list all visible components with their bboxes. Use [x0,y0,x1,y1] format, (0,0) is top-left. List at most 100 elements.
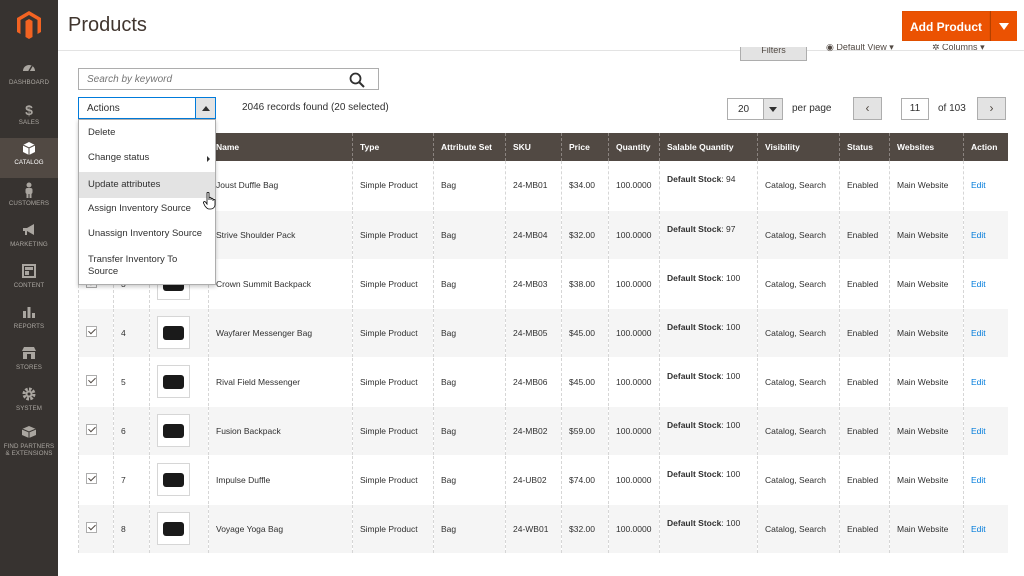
name-cell: Crown Summit Backpack [208,259,353,309]
stock-label: Default Stock [667,272,722,283]
search-icon[interactable] [349,72,365,88]
column-header-sku[interactable]: SKU [505,133,562,161]
previous-page-button[interactable]: ‹ [853,97,882,120]
edit-link[interactable]: Edit [971,328,986,338]
column-header-name[interactable]: Name [208,133,353,161]
default-view-selector[interactable]: ◉ Default View ▾ [826,44,894,54]
edit-link[interactable]: Edit [971,180,986,190]
sidebar-item-marketing[interactable]: MARKETING [0,220,58,260]
select-checkbox-cell[interactable] [78,406,114,456]
table-row[interactable]: 2Strive Shoulder PackSimple ProductBag24… [78,210,1008,260]
edit-link[interactable]: Edit [971,524,986,534]
name-cell: Fusion Backpack [208,406,353,456]
sidebar-item-find-partners[interactable]: FIND PARTNERS & EXTENSIONS [0,422,58,466]
row-checkbox[interactable] [86,375,97,386]
search-input[interactable] [78,68,379,90]
sidebar-item-content[interactable]: CONTENT [0,261,58,301]
quantity-cell: 100.0000 [608,357,660,407]
sidebar-label: MARKETING [10,241,48,248]
edit-link[interactable]: Edit [971,426,986,436]
stock-label: Default Stock [667,419,722,430]
column-header-price[interactable]: Price [561,133,609,161]
sidebar-item-system[interactable]: SYSTEM [0,384,58,424]
sku-cell: 24-MB05 [505,308,562,358]
sidebar-label: & EXTENSIONS [5,450,53,457]
bag-image-icon [163,326,184,340]
table-row[interactable]: 6 Fusion Backpack Simple Product Bag 24-MB02… [78,406,1008,456]
product-thumbnail[interactable] [157,463,190,496]
action-cell: Edit [963,308,1008,358]
column-header-type[interactable]: Type [352,133,434,161]
id-cell: 8 [113,504,150,554]
page-number-input[interactable]: 11 [901,98,929,120]
table-row[interactable]: 4 Wayfarer Messenger Bag Simple Product Bag… [78,308,1008,358]
table-row[interactable]: 1Joust Duffle BagSimple ProductBag24-MB0… [78,161,1008,211]
sidebar-item-customers[interactable]: CUSTOMERS [0,179,58,219]
add-product-button[interactable]: Add Product [902,11,990,41]
product-thumbnail[interactable] [157,414,190,447]
magento-logo-icon[interactable] [0,0,58,50]
hand-cursor-icon [203,192,216,210]
sidebar-label: SALES [18,119,40,126]
menu-item-assign-inventory-source[interactable]: Assign Inventory Source [79,203,215,215]
websites-cell: Main Website [889,406,964,456]
column-header-visibility[interactable]: Visibility [757,133,840,161]
sidebar-item-reports[interactable]: REPORTS [0,302,58,342]
columns-selector[interactable]: ✲ Columns ▾ [932,44,985,54]
thumbnail-cell [149,406,209,456]
product-thumbnail[interactable] [157,316,190,349]
column-header-websites[interactable]: Websites [889,133,964,161]
menu-item-update-attributes[interactable]: Update attributes [79,172,215,198]
add-product-dropdown-toggle[interactable] [990,11,1017,41]
edit-link[interactable]: Edit [971,279,986,289]
sidebar-item-catalog[interactable]: CATALOG [0,138,58,178]
table-row[interactable]: 7 Impulse Duffle Simple Product Bag 24-UB02 $… [78,455,1008,505]
row-checkbox[interactable] [86,522,97,533]
column-header-action: Action [963,133,1008,161]
row-checkbox[interactable] [86,473,97,484]
row-checkbox[interactable] [86,326,97,337]
select-checkbox-cell[interactable] [78,455,114,505]
next-page-button[interactable]: › [977,97,1006,120]
records-found: 2046 records found (20 selected) [242,102,389,113]
select-checkbox-cell[interactable] [78,308,114,358]
table-row[interactable]: 5 Rival Field Messenger Simple Product Bag 2… [78,357,1008,407]
edit-link[interactable]: Edit [971,230,986,240]
row-checkbox[interactable] [86,424,97,435]
per-page-select[interactable]: 20 [727,98,764,120]
table-row[interactable]: 3Crown Summit BackpackSimple ProductBag2… [78,259,1008,309]
product-thumbnail[interactable] [157,365,190,398]
menu-item-transfer-inventory[interactable]: Transfer Inventory To Source [79,254,215,278]
visibility-cell: Catalog, Search [757,161,840,211]
attribute-set-cell: Bag [433,161,506,211]
column-header-quantity[interactable]: Quantity [608,133,660,161]
menu-item-unassign-inventory-source[interactable]: Unassign Inventory Source [79,228,215,240]
visibility-cell: Catalog, Search [757,259,840,309]
sidebar-item-dashboard[interactable]: DASHBOARD [0,58,58,98]
quantity-cell: 100.0000 [608,504,660,554]
layout-icon [0,264,58,282]
column-header-attribute-set[interactable]: Attribute Set [433,133,506,161]
menu-item-delete[interactable]: Delete [79,127,215,139]
action-cell: Edit [963,161,1008,211]
price-cell: $59.00 [561,406,609,456]
product-thumbnail[interactable] [157,512,190,545]
edit-link[interactable]: Edit [971,377,986,387]
select-checkbox-cell[interactable] [78,504,114,554]
table-row[interactable]: 8 Voyage Yoga Bag Simple Product Bag 24-WB01… [78,504,1008,554]
sidebar-item-sales[interactable]: $ SALES [0,98,58,138]
column-header-status[interactable]: Status [839,133,890,161]
salable-quantity-cell: Default Stock: 100 [659,357,758,407]
attribute-set-cell: Bag [433,455,506,505]
select-checkbox-cell[interactable] [78,357,114,407]
price-cell: $32.00 [561,504,609,554]
type-cell: Simple Product [352,308,434,358]
actions-toggle-arrow[interactable] [195,97,216,119]
sidebar-item-stores[interactable]: STORES [0,343,58,383]
menu-item-change-status[interactable]: Change status [79,152,215,164]
quantity-cell: 100.0000 [608,406,660,456]
filters-button[interactable]: Filters [740,47,807,61]
edit-link[interactable]: Edit [971,475,986,485]
price-cell: $45.00 [561,357,609,407]
per-page-toggle[interactable] [763,98,783,120]
